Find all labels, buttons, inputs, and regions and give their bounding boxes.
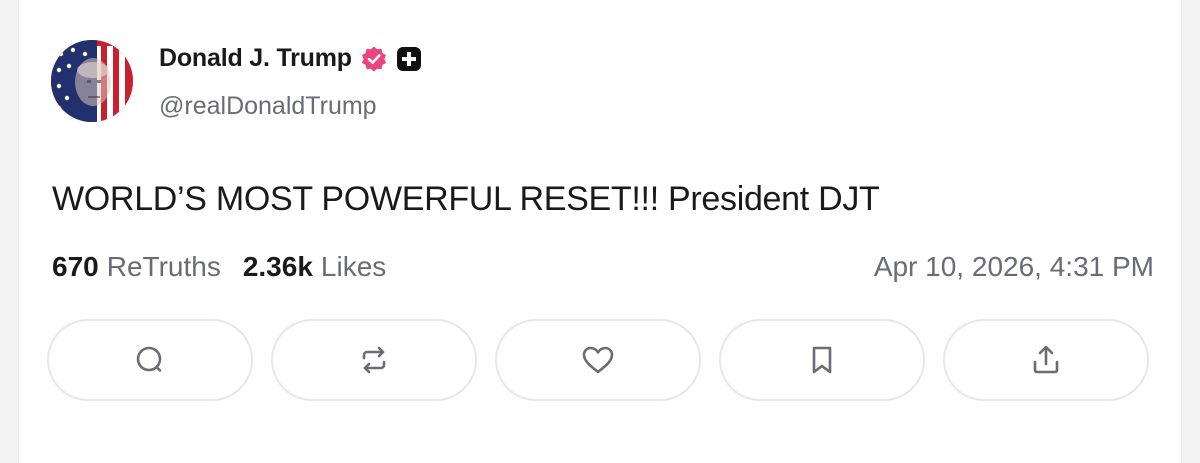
post-text: WORLD’S MOST POWERFUL RESET!!! President… bbox=[52, 180, 880, 218]
retruths-stat[interactable]: 670 ReTruths bbox=[52, 251, 221, 283]
likes-count: 2.36k bbox=[242, 251, 313, 282]
post-card: Donald J. Trump @realDonaldTrump WORLD’S… bbox=[18, 0, 1182, 463]
author-name-row: Donald J. Trump bbox=[159, 44, 422, 73]
likes-label: Likes bbox=[320, 251, 387, 282]
retruths-label: ReTruths bbox=[106, 251, 221, 282]
retruths-count: 670 bbox=[52, 251, 99, 282]
page-background: Donald J. Trump @realDonaldTrump WORLD’S… bbox=[0, 0, 1200, 463]
plus-badge-icon bbox=[396, 46, 422, 72]
comment-icon bbox=[136, 346, 162, 372]
likes-stat[interactable]: 2.36k Likes bbox=[243, 251, 386, 283]
share-icon bbox=[1033, 345, 1059, 374]
post-stats: 670 ReTruths 2.36k Likes bbox=[52, 251, 386, 283]
heart-icon bbox=[582, 346, 614, 374]
like-button[interactable] bbox=[495, 319, 701, 401]
author-display-name[interactable]: Donald J. Trump bbox=[159, 44, 352, 73]
action-bar bbox=[47, 319, 1149, 401]
reply-button[interactable] bbox=[47, 319, 253, 401]
repost-icon bbox=[362, 346, 386, 374]
verified-badge-icon bbox=[360, 45, 388, 73]
bookmark-icon bbox=[812, 346, 832, 374]
retruth-button[interactable] bbox=[271, 319, 477, 401]
share-button[interactable] bbox=[943, 319, 1149, 401]
bookmark-button[interactable] bbox=[719, 319, 925, 401]
post-timestamp[interactable]: Apr 10, 2026, 4:31 PM bbox=[874, 251, 1154, 283]
avatar[interactable] bbox=[51, 40, 133, 122]
author-handle[interactable]: @realDonaldTrump bbox=[159, 92, 377, 121]
avatar-image bbox=[51, 40, 133, 122]
